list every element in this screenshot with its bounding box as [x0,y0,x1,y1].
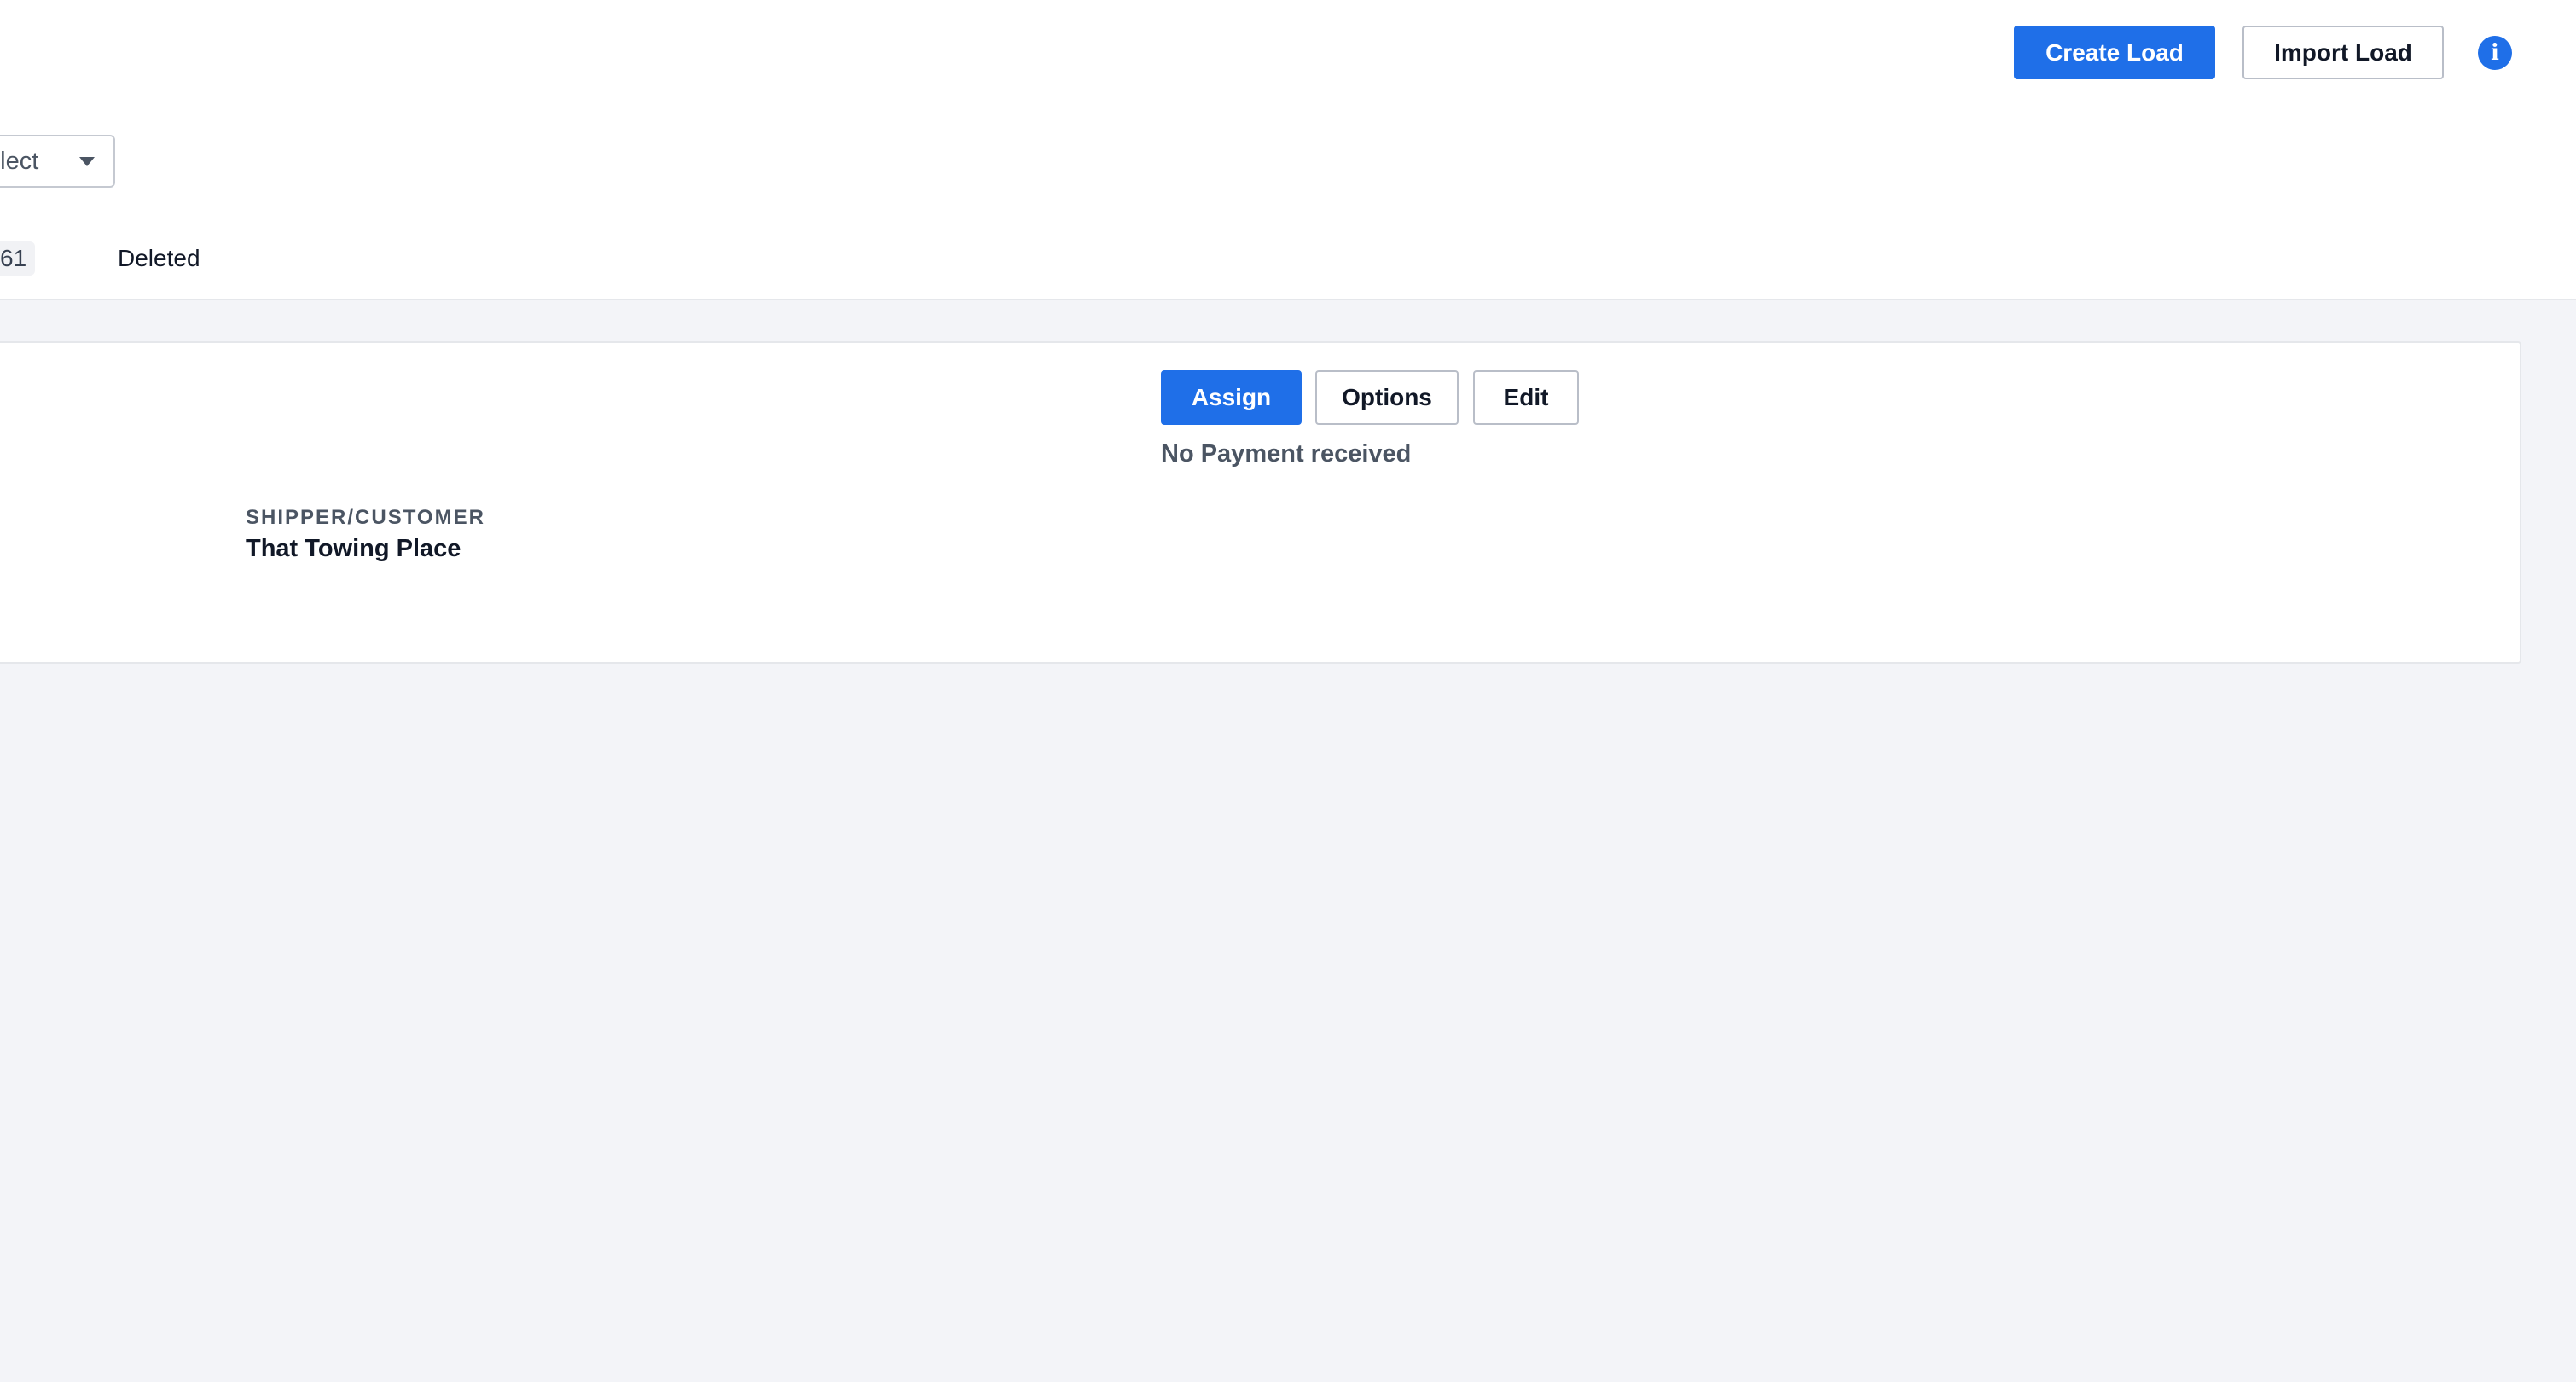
options-button[interactable]: Options [1315,370,1459,425]
tab-deleted[interactable]: Deleted [118,241,200,276]
shipper-customer-label: SHIPPER/CUSTOMER [246,506,485,529]
shipper-customer-value: That Towing Place [246,535,461,562]
assign-button[interactable]: Assign [1161,370,1302,425]
info-icon[interactable]: i [2478,36,2512,70]
payment-status: No Payment received [1161,440,1412,467]
import-load-button[interactable]: Import Load [2242,26,2444,79]
edit-button[interactable]: Edit [1473,370,1579,425]
filter-select[interactable]: elect [0,135,115,188]
filter-select-value: elect [0,147,39,175]
page-header: Create Load Import Load i elect 61 Delet… [0,0,2576,300]
tab-count-badge[interactable]: 61 [0,241,36,276]
chevron-down-icon [79,157,95,166]
page: Create Load Import Load i elect 61 Delet… [0,0,2576,1382]
create-load-button[interactable]: Create Load [2014,26,2215,79]
